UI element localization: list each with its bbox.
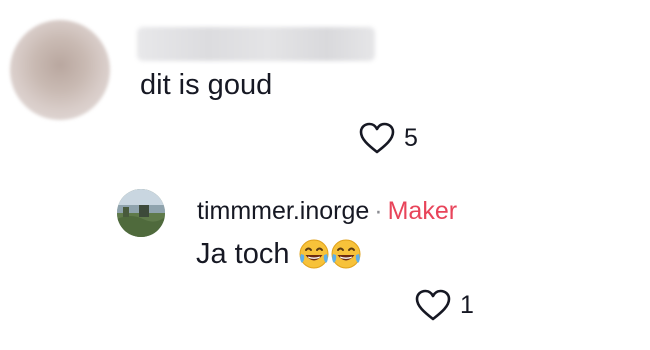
reply-text-row: Ja toch — [196, 236, 362, 272]
comment-like-count: 5 — [404, 124, 418, 152]
creator-badge: Maker — [387, 197, 458, 225]
reply-author-avatar[interactable] — [117, 189, 165, 237]
commenter-username-redacted[interactable] — [137, 27, 375, 61]
reply-text: Ja toch — [196, 238, 290, 270]
comment-text: dit is goud — [140, 69, 273, 101]
commenter-avatar[interactable] — [10, 20, 110, 120]
comment-like-button[interactable]: 5 — [358, 121, 418, 155]
heart-icon[interactable] — [358, 121, 396, 155]
emoji-group — [298, 238, 362, 270]
reply-header: timmmer.inorge · Maker — [197, 196, 457, 226]
heart-icon[interactable] — [414, 288, 452, 322]
face-with-tears-of-joy-icon — [298, 238, 330, 270]
reply-like-count: 1 — [460, 291, 474, 319]
reply-username[interactable]: timmmer.inorge — [197, 197, 369, 225]
face-with-tears-of-joy-icon — [330, 238, 362, 270]
reply-like-button[interactable]: 1 — [414, 288, 474, 322]
separator-dot: · — [374, 197, 383, 225]
